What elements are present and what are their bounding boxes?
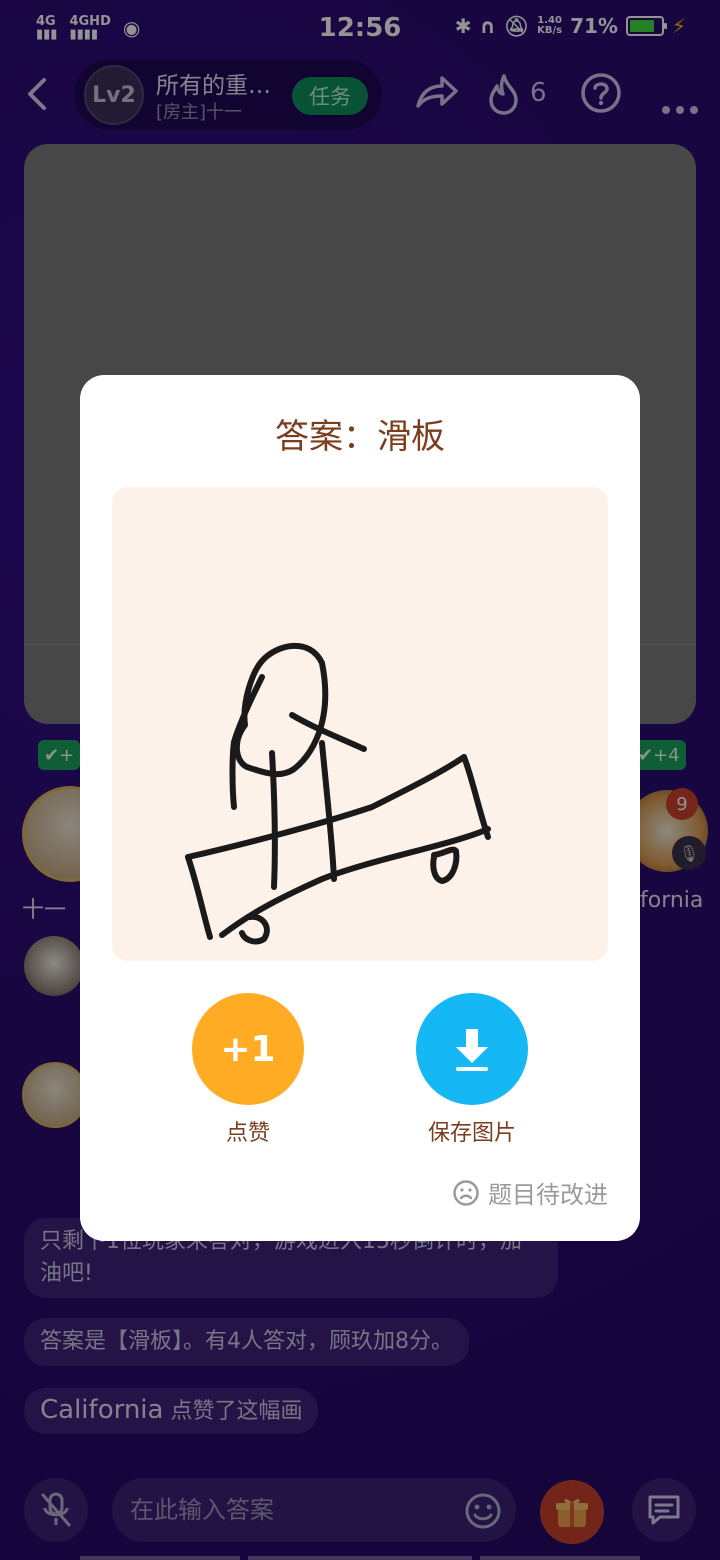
improve-link[interactable]: 题目待改进 xyxy=(452,1175,608,1210)
save-action[interactable]: 保存图片 xyxy=(402,993,542,1147)
like-label: 点赞 xyxy=(225,1121,270,1146)
answer-dialog: 答案：滑板 +1 点赞 保存图片 题目待改进 xyxy=(80,375,640,1241)
download-icon xyxy=(456,1029,488,1071)
answer-title: 答案：滑板 xyxy=(275,417,445,457)
sad-face-icon xyxy=(453,1179,479,1206)
save-image-button[interactable] xyxy=(416,993,528,1105)
improve-label: 题目待改进 xyxy=(488,1181,608,1209)
like-action[interactable]: +1 点赞 xyxy=(178,993,318,1147)
answer-drawing xyxy=(112,487,608,961)
skateboard-drawing xyxy=(185,642,491,945)
save-label: 保存图片 xyxy=(427,1121,516,1146)
like-button[interactable]: +1 xyxy=(192,993,304,1105)
